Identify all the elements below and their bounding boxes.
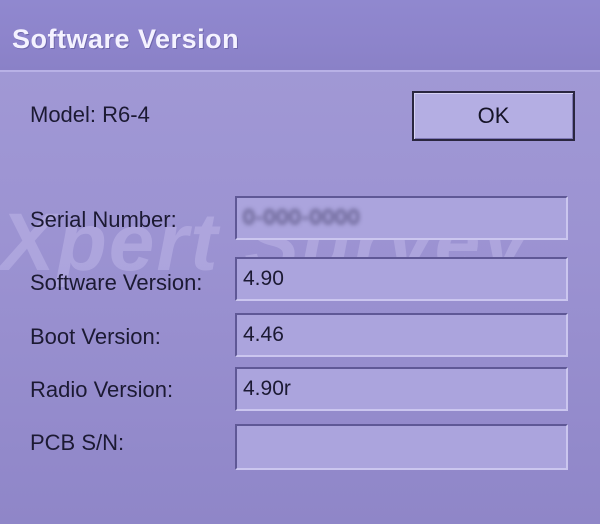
pcb-sn-field[interactable] xyxy=(235,424,568,470)
model-label: Model: R6-4 xyxy=(30,102,150,127)
serial-number-field[interactable]: 0-000-0000 xyxy=(235,196,568,240)
software-version-value: 4.90 xyxy=(243,267,284,290)
radio-version-field[interactable]: 4.90r xyxy=(235,367,568,411)
software-version-dialog: Software Version Xpert Survey Model: R6-… xyxy=(0,0,600,524)
serial-number-value: 0-000-0000 xyxy=(243,206,361,229)
pcb-sn-label: PCB S/N: xyxy=(30,430,125,455)
boot-version-field[interactable]: 4.46 xyxy=(235,313,568,357)
boot-version-label: Boot Version: xyxy=(30,324,161,349)
title-bar[interactable]: Software Version xyxy=(0,0,600,72)
radio-version-value: 4.90r xyxy=(243,377,291,400)
serial-number-label: Serial Number: xyxy=(30,207,177,232)
boot-version-value: 4.46 xyxy=(243,323,284,346)
software-version-field[interactable]: 4.90 xyxy=(235,257,568,301)
ok-button[interactable]: OK xyxy=(412,91,575,141)
dialog-title: Software Version xyxy=(12,24,240,54)
radio-version-label: Radio Version: xyxy=(30,377,174,402)
software-version-label: Software Version: xyxy=(30,270,203,295)
